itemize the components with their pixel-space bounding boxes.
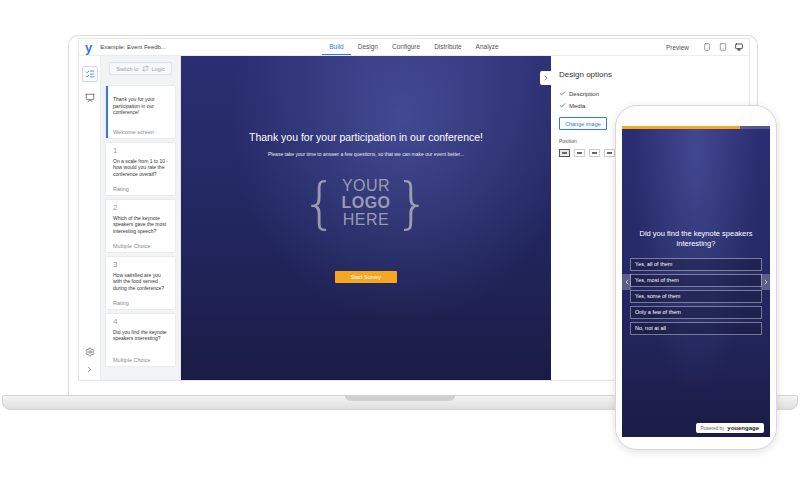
check-icon — [559, 102, 566, 109]
answer-option[interactable]: Yes, all of them — [630, 258, 762, 271]
question-type: Multiple Choice — [113, 241, 171, 249]
expand-button[interactable] — [85, 365, 94, 374]
nav-tab[interactable]: Build — [322, 39, 350, 55]
question-text: Which of the keynote speakers gave the m… — [113, 215, 171, 235]
chevron-right-icon — [762, 278, 770, 286]
progress-fill — [622, 126, 740, 129]
brand-logo[interactable]: y — [85, 41, 92, 54]
prev-button[interactable] — [622, 274, 631, 290]
question-card[interactable]: 3 How satisfied are you with the food ser… — [106, 257, 175, 309]
chevron-right-icon — [85, 365, 94, 374]
position-option[interactable] — [589, 149, 600, 157]
position-icon — [592, 152, 597, 154]
answer-option[interactable]: No, not at all — [630, 322, 762, 335]
chevron-right-icon — [542, 74, 550, 82]
answer-option[interactable]: Yes, most of them — [630, 274, 762, 287]
position-options — [559, 149, 615, 157]
page: y Example: Event Feedb... BuildDesignConfi… — [0, 0, 800, 485]
top-right: Preview — [506, 43, 743, 51]
icon-rail — [79, 56, 101, 380]
survey-title[interactable]: Example: Event Feedb... — [100, 44, 166, 50]
question-card[interactable]: 1 On a scale from 1 to 10 - how would you… — [106, 143, 175, 195]
preview-title: Thank you for your participation in our … — [249, 130, 483, 144]
nav-tab[interactable]: Configure — [385, 39, 427, 55]
phone: Did you find the keynote speakers intere… — [615, 105, 777, 450]
position-option[interactable] — [604, 149, 615, 157]
question-number: 3 — [113, 261, 171, 270]
phone-screen: Did you find the keynote speakers intere… — [622, 126, 770, 437]
question-text: Thank you for your participation in our … — [113, 96, 171, 116]
question-type: Welcome screen — [113, 127, 171, 135]
change-image-button[interactable]: Change image — [559, 117, 607, 130]
logo-placeholder: {YOURLOGOHERE} — [302, 175, 430, 231]
question-card[interactable]: 2 Which of the keynote speakers gave the … — [106, 200, 175, 252]
phone-icon — [703, 43, 711, 51]
question-text: On a scale from 1 to 10 - how would you … — [113, 158, 171, 178]
rail-item[interactable] — [82, 90, 98, 106]
question-number: 4 — [113, 318, 171, 327]
nav-tabs: BuildDesignConfigureDistributeAnalyze — [322, 39, 505, 55]
answer-option[interactable]: Only a few of them — [630, 306, 762, 319]
preview-button[interactable]: Preview — [666, 44, 689, 51]
top-left: y Example: Event Feedb... — [85, 41, 322, 54]
settings-button[interactable] — [85, 347, 95, 357]
position-icon — [607, 152, 612, 154]
powered-by-badge[interactable]: Powered byyouengage — [696, 423, 764, 433]
swap-icon — [142, 65, 149, 72]
progress-bar — [622, 126, 770, 129]
top-bar: y Example: Event Feedb... BuildDesignConfi… — [79, 39, 749, 56]
laptop-notch — [345, 396, 455, 401]
gear-icon — [85, 347, 95, 357]
phone-question: Did you find the keynote speakers intere… — [630, 229, 762, 249]
question-list: Switch toLogic Thank you for your partici… — [101, 56, 181, 380]
question-card[interactable]: Thank you for your participation in our … — [106, 86, 175, 138]
position-option[interactable] — [574, 149, 585, 157]
switch-logic-button[interactable]: Switch toLogic — [109, 62, 171, 75]
device-button[interactable] — [735, 43, 743, 51]
next-button[interactable] — [761, 274, 770, 290]
question-text: Did you find the keynote speakers intere… — [113, 329, 171, 342]
position-label: Position — [559, 138, 577, 144]
desktop-icon — [735, 43, 743, 51]
question-type: Multiple Choice — [113, 355, 171, 363]
chevron-left-icon — [623, 278, 631, 286]
presentation-icon — [85, 93, 95, 103]
survey-preview: Thank you for your participation in our … — [181, 56, 551, 380]
question-number: 1 — [113, 147, 171, 156]
answer-option[interactable]: Yes, some of them — [630, 290, 762, 303]
position-option[interactable] — [559, 149, 570, 157]
nav-tab[interactable]: Design — [351, 39, 385, 55]
position-icon — [577, 152, 582, 154]
design-option[interactable]: Media — [559, 102, 585, 109]
collapse-panel-button[interactable] — [540, 71, 551, 85]
phone-question-block: Did you find the keynote speakers intere… — [630, 129, 762, 335]
position-icon — [562, 152, 567, 154]
tablet-icon — [719, 43, 727, 51]
device-button[interactable] — [719, 43, 727, 51]
design-title: Design options — [559, 70, 612, 79]
nav-tab[interactable]: Distribute — [427, 39, 468, 55]
nav-tab[interactable]: Analyze — [469, 39, 506, 55]
question-number: 2 — [113, 204, 171, 213]
design-option[interactable]: Description — [559, 90, 599, 97]
rail-item[interactable] — [82, 66, 98, 82]
question-card[interactable]: 4 Did you find the keynote speakers inter… — [106, 314, 175, 366]
device-button[interactable] — [703, 43, 711, 51]
question-text: How satisfied are you with the food serv… — [113, 272, 171, 292]
questions-icon — [85, 69, 95, 79]
preview-subtitle: Please take your time to answer a few qu… — [268, 151, 464, 157]
question-type: Rating — [113, 298, 171, 306]
check-icon — [559, 90, 566, 97]
question-type: Rating — [113, 184, 171, 192]
start-survey-button[interactable]: Start Survey — [335, 271, 397, 283]
